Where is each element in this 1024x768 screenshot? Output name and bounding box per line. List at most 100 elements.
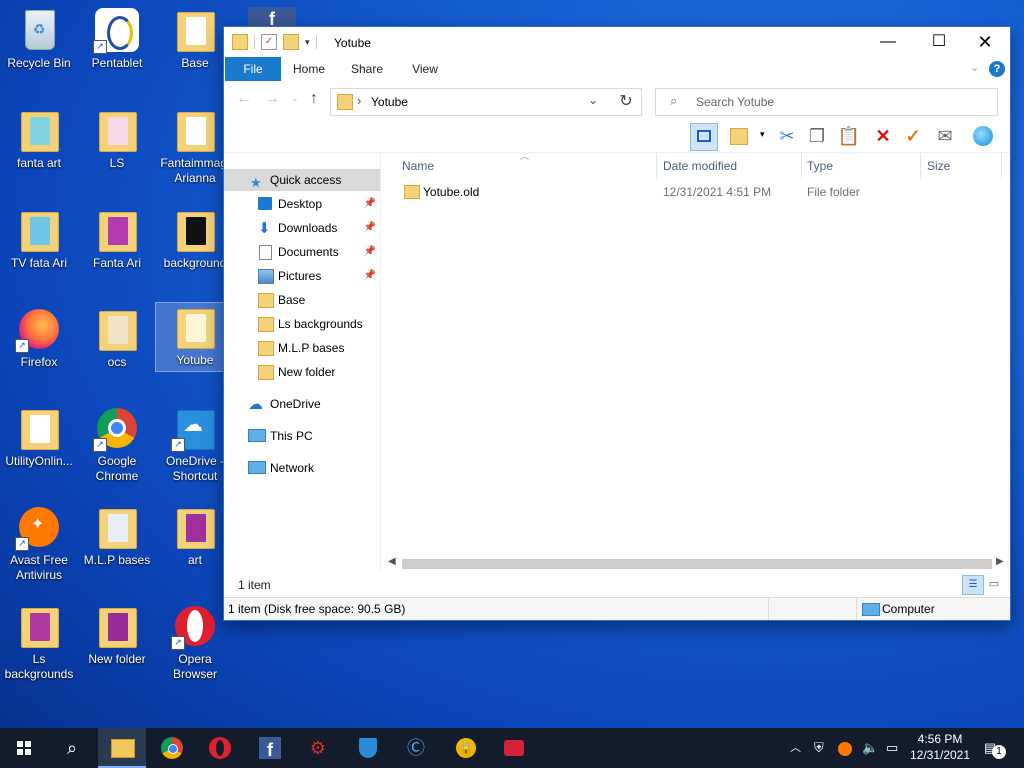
column-header-size[interactable]: Size: [927, 153, 950, 179]
taskbar-app-shield[interactable]: [344, 728, 392, 768]
search-input[interactable]: Search Yotube: [696, 95, 774, 109]
start-button[interactable]: [0, 728, 48, 768]
recent-locations-chevron-icon[interactable]: ⌄: [291, 93, 299, 104]
cut-icon[interactable]: ✂: [774, 123, 800, 149]
details-view-icon[interactable]: ☰: [962, 575, 984, 595]
avast-tray-icon[interactable]: [838, 728, 852, 768]
clock[interactable]: 4:56 PM 12/31/2021: [906, 731, 974, 763]
desktop-icon-utilityonline[interactable]: UtilityOnlin...: [0, 404, 78, 469]
minimize-button[interactable]: —: [865, 27, 911, 57]
file-row[interactable]: Yotube.old 12/31/2021 4:51 PM File folde…: [384, 181, 1004, 203]
action-center-button[interactable]: ▤ 1: [984, 728, 1006, 768]
pin-icon[interactable]: 📌: [364, 217, 376, 239]
breadcrumb-yotube[interactable]: Yotube: [371, 95, 408, 109]
taskbar-chrome[interactable]: [148, 728, 196, 768]
facebook-icon: f: [259, 737, 281, 760]
taskbar-facebook[interactable]: f: [246, 728, 294, 768]
chevron-down-icon[interactable]: ▾: [760, 129, 765, 140]
desktop-icon-mlp-bases[interactable]: M.L.P bases: [78, 503, 156, 568]
sidebar-item-new-folder[interactable]: New folder: [224, 361, 380, 383]
facebook-icon[interactable]: f: [248, 7, 296, 27]
large-icons-view-icon[interactable]: ▭: [986, 576, 1002, 592]
desktop-icon-fanta-art[interactable]: fanta art: [0, 106, 78, 171]
refresh-button[interactable]: ↻: [611, 88, 642, 116]
preview-pane-icon[interactable]: [690, 123, 718, 151]
help-icon[interactable]: ?: [989, 61, 1005, 77]
paste-icon[interactable]: 📋: [836, 123, 862, 149]
sidebar-item-downloads[interactable]: ⬇ Downloads 📌: [224, 217, 380, 239]
rename-check-icon[interactable]: ✓: [900, 123, 926, 149]
network-tray-icon[interactable]: ▭: [886, 728, 898, 768]
star-icon: ★: [250, 175, 262, 190]
desktop-icon-ls-backgrounds[interactable]: Ls backgrounds: [0, 602, 78, 682]
c-logo-icon: Ⓒ: [407, 738, 425, 758]
address-bar[interactable]: › Yotube ⌄: [330, 88, 642, 116]
security-tray-icon[interactable]: ⛨: [814, 728, 824, 768]
tab-file[interactable]: File: [225, 57, 281, 81]
tab-view[interactable]: View: [402, 57, 448, 81]
properties-dropdown-icon[interactable]: [726, 123, 752, 149]
desktop-icon-fanta-ari[interactable]: Fanta Ari: [78, 206, 156, 271]
new-folder-icon[interactable]: [283, 34, 299, 50]
title-bar[interactable]: ✓ ▾ Yotube — ☐ ✕: [224, 27, 1010, 57]
forward-button[interactable]: →: [264, 90, 280, 108]
email-icon[interactable]: ✉: [932, 123, 958, 149]
scroll-left-icon[interactable]: ◀: [388, 556, 396, 567]
volume-muted-icon[interactable]: 🔈: [862, 728, 878, 768]
sidebar-item-pictures[interactable]: Pictures 📌: [224, 265, 380, 287]
copy-icon[interactable]: ❐: [804, 123, 830, 149]
sidebar-item-ls-backgrounds[interactable]: Ls backgrounds: [224, 313, 380, 335]
taskbar-app-c[interactable]: Ⓒ: [392, 728, 440, 768]
sidebar-item-quick-access[interactable]: ★ Quick access: [224, 169, 380, 191]
sidebar-item-documents[interactable]: Documents 📌: [224, 241, 380, 263]
pin-icon[interactable]: 📌: [364, 193, 376, 215]
pin-icon[interactable]: 📌: [364, 241, 376, 263]
desktop-icon-new-folder[interactable]: New folder: [78, 602, 156, 667]
customize-toolbar-chevron-icon[interactable]: ▾: [305, 37, 310, 48]
desktop-icon-firefox[interactable]: ↗ Firefox: [0, 305, 78, 370]
properties-icon[interactable]: ✓: [261, 34, 277, 50]
desktop-icon-tv-fata-ari[interactable]: TV fata Ari: [0, 206, 78, 271]
sidebar-item-desktop[interactable]: Desktop 📌: [224, 193, 380, 215]
file-date-modified: 12/31/2021 4:51 PM: [663, 185, 772, 199]
sidebar-item-mlp-bases[interactable]: M.L.P bases: [224, 337, 380, 359]
desktop-icon-ocs[interactable]: ocs: [78, 305, 156, 370]
maximize-button[interactable]: ☐: [916, 27, 962, 57]
back-button[interactable]: ←: [236, 90, 252, 108]
sidebar-item-base[interactable]: Base: [224, 289, 380, 311]
document-icon: [259, 245, 272, 260]
scroll-right-icon[interactable]: ▶: [996, 556, 1004, 567]
scrollbar-thumb[interactable]: [402, 559, 992, 569]
sidebar-item-this-pc[interactable]: This PC: [224, 425, 380, 447]
taskbar-app-recorder[interactable]: [490, 728, 538, 768]
up-button[interactable]: ↑: [310, 90, 318, 108]
desktop-icon-avast[interactable]: ✦ ↗ Avast Free Antivirus: [0, 503, 78, 583]
tab-share[interactable]: Share: [344, 57, 390, 81]
tab-home[interactable]: Home: [286, 57, 332, 81]
taskbar: ⌕ f ⚙ Ⓒ 🔒 ︿ ⛨ 🔈 ▭ 4:56 PM 12/31/2021 ▤ 1: [0, 728, 1024, 768]
show-hidden-icons-chevron-icon[interactable]: ︿: [790, 728, 801, 768]
column-header-type[interactable]: Type: [807, 153, 833, 179]
sidebar-item-network[interactable]: Network: [224, 457, 380, 479]
desktop-icon-pentablet[interactable]: ↗ Pentablet: [78, 6, 156, 71]
network-globe-icon[interactable]: [970, 123, 996, 149]
pin-icon[interactable]: 📌: [364, 265, 376, 287]
notification-count-badge: 1: [992, 745, 1006, 759]
taskbar-opera[interactable]: [196, 728, 244, 768]
taskbar-app-lock[interactable]: 🔒: [442, 728, 490, 768]
expand-ribbon-chevron-icon[interactable]: ⌄: [970, 61, 979, 74]
desktop-icon-ls[interactable]: LS: [78, 106, 156, 171]
search-box[interactable]: ⌕ Search Yotube: [655, 88, 998, 116]
taskbar-file-explorer[interactable]: [98, 728, 146, 768]
column-header-date-modified[interactable]: Date modified: [663, 153, 737, 179]
taskbar-app-red[interactable]: ⚙: [294, 728, 342, 768]
close-button[interactable]: ✕: [962, 27, 1008, 57]
address-dropdown-chevron-icon[interactable]: ⌄: [588, 93, 598, 107]
desktop-icon-recycle-bin[interactable]: ♻ Recycle Bin: [0, 6, 78, 71]
horizontal-scrollbar[interactable]: ◀ ▶: [384, 556, 1010, 572]
column-header-name[interactable]: Name: [402, 153, 434, 179]
delete-icon[interactable]: ✕: [870, 123, 896, 149]
desktop-icon-google-chrome[interactable]: ↗ Google Chrome: [78, 404, 156, 484]
search-taskbar-button[interactable]: ⌕: [48, 728, 96, 768]
sidebar-item-onedrive[interactable]: ☁ OneDrive: [224, 393, 380, 415]
